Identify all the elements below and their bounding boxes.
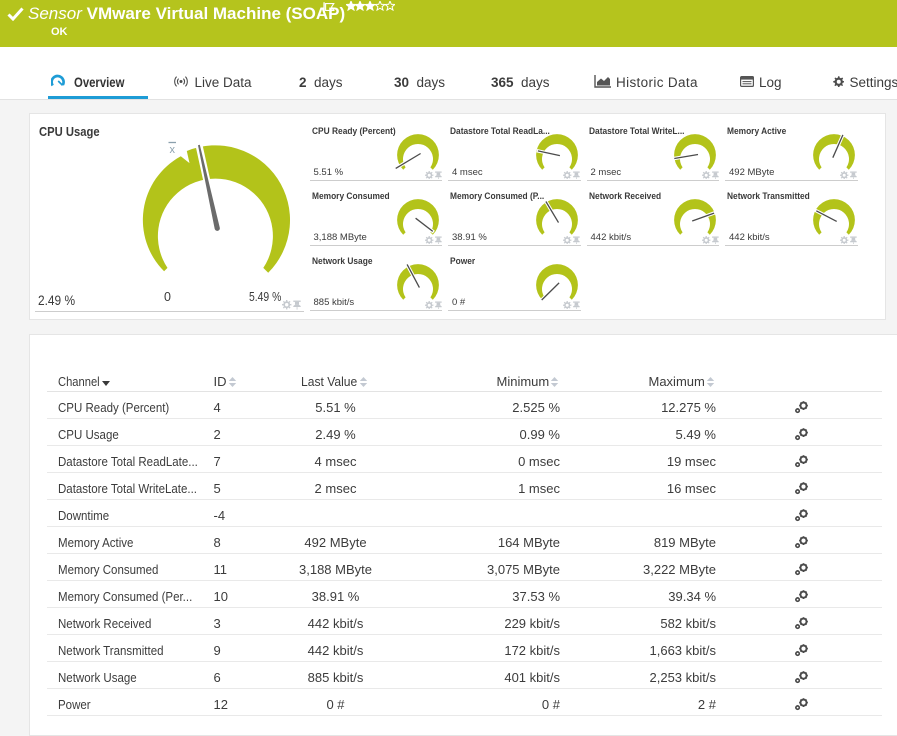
svg-text:x: x — [170, 144, 176, 156]
